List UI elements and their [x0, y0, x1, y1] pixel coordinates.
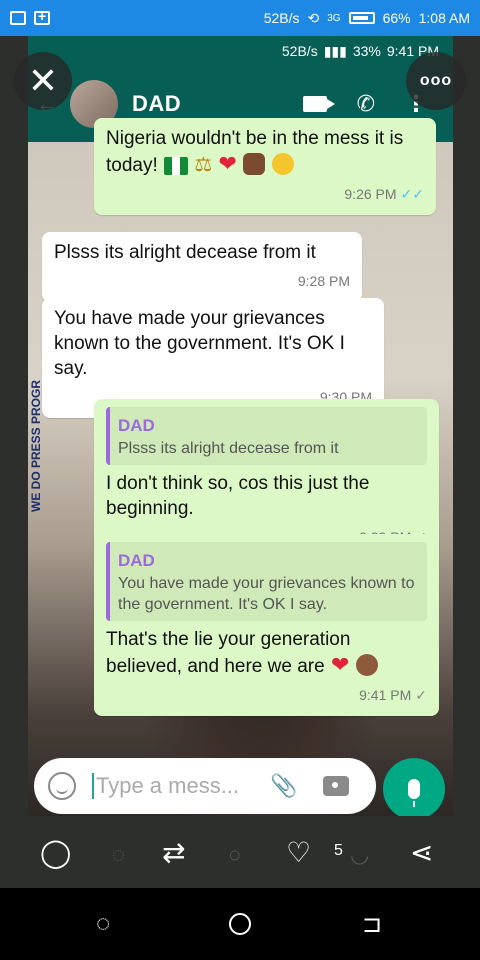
- video-call-icon[interactable]: [302, 96, 335, 112]
- message-text: Plsss its alright decease from it: [54, 242, 316, 263]
- battery-percent: 66%: [382, 10, 411, 26]
- crying-face-icon: [271, 153, 294, 175]
- rotate-icon: ⟲: [307, 9, 320, 26]
- share-icon[interactable]: ⋖: [410, 836, 433, 869]
- message-outgoing[interactable]: DAD You have made your grievances known …: [94, 534, 439, 716]
- quoted-message[interactable]: DAD Plsss its alright decease from it: [106, 407, 427, 465]
- message-incoming[interactable]: Plsss its alright decease from it 9:28 P…: [42, 232, 362, 302]
- more-options-button[interactable]: ooo: [406, 52, 466, 110]
- scales-icon: ⚖: [194, 154, 213, 176]
- close-button[interactable]: ✕: [14, 52, 72, 110]
- quote-author: DAD: [118, 416, 155, 435]
- read-ticks-icon: ✓✓: [400, 186, 424, 202]
- system-status-bar: 52B/s ⟲ 3G 66% 1:08 AM: [0, 0, 480, 36]
- message-text: That's the lie your generation believed,…: [106, 629, 351, 677]
- quote-text: Plsss its alright decease from it: [118, 440, 339, 457]
- sent-tick-icon: ✓: [415, 687, 427, 703]
- quote-text: You have made your grievances known to t…: [118, 575, 415, 613]
- battery-icon: [348, 12, 375, 24]
- message-text: You have made your grievances known to t…: [54, 308, 345, 379]
- inner-network-speed: 52B/s: [281, 43, 318, 59]
- attach-icon[interactable]: 📎: [270, 773, 297, 799]
- fist-icon: [243, 153, 266, 175]
- heart-icon[interactable]: ♡: [286, 836, 311, 869]
- poster-text: WE DO PRESS PROGR: [29, 379, 43, 512]
- emoji-icon[interactable]: [48, 772, 76, 800]
- refresh-faint-icon: ◌: [112, 842, 126, 867]
- message-time: 9:28 PM: [297, 273, 350, 289]
- message-text: I don't think so, cos this just the begi…: [106, 473, 370, 519]
- inner-battery-percent: 33%: [352, 43, 381, 59]
- home-icon[interactable]: [229, 913, 251, 935]
- message-time: 9:26 PM: [344, 186, 397, 202]
- mic-button[interactable]: [383, 758, 445, 816]
- message-time: 9:41 PM: [359, 687, 412, 703]
- clock: 1:08 AM: [418, 10, 470, 26]
- phone-call-icon[interactable]: ✆: [357, 91, 375, 117]
- inner-status-bar: 52B/s ▮▮▮ 33% 9:41 PM: [28, 36, 453, 66]
- facepalm-icon: [355, 654, 378, 676]
- text-cursor: [92, 773, 94, 799]
- camera-icon[interactable]: [323, 776, 350, 796]
- quoted-message[interactable]: DAD You have made your grievances known …: [106, 542, 427, 621]
- retweet-icon[interactable]: ⇄: [162, 836, 185, 869]
- message-input[interactable]: [96, 773, 256, 799]
- circle-faint-icon: ○: [228, 842, 242, 867]
- microphone-icon: [408, 779, 420, 807]
- action-bar: ◯ ◌ ⇄ ○ ♡ 5 ◡ ⋖: [0, 818, 480, 888]
- inner-signal-icon: ▮▮▮: [323, 42, 347, 59]
- broken-heart-icon: ❤: [330, 652, 350, 677]
- broken-heart-icon: ❤: [218, 151, 237, 176]
- nigeria-flag-icon: [164, 157, 189, 175]
- screenshot-icon: [10, 11, 26, 25]
- navigation-bar: ◌ ⊐: [0, 888, 480, 960]
- notification-plus-icon: [34, 8, 50, 25]
- network-type: 3G: [327, 12, 341, 24]
- message-outgoing[interactable]: Nigeria wouldn't be in the mess it is to…: [94, 118, 436, 215]
- arc-faint-icon: ◡: [350, 842, 370, 867]
- contact-name[interactable]: DAD: [132, 91, 181, 117]
- network-speed: 52B/s: [263, 10, 300, 26]
- chat-screenshot: 52B/s ▮▮▮ 33% 9:41 PM ← DAD ✆ ⋮ WE DO PR…: [28, 36, 453, 816]
- back-icon[interactable]: ⊐: [362, 910, 382, 939]
- speech-bubble-icon[interactable]: ◯: [40, 836, 71, 869]
- recents-icon[interactable]: ◌: [96, 910, 110, 938]
- message-composer: 📎: [34, 758, 376, 814]
- like-count: 5: [334, 842, 343, 859]
- quote-author: DAD: [118, 551, 155, 570]
